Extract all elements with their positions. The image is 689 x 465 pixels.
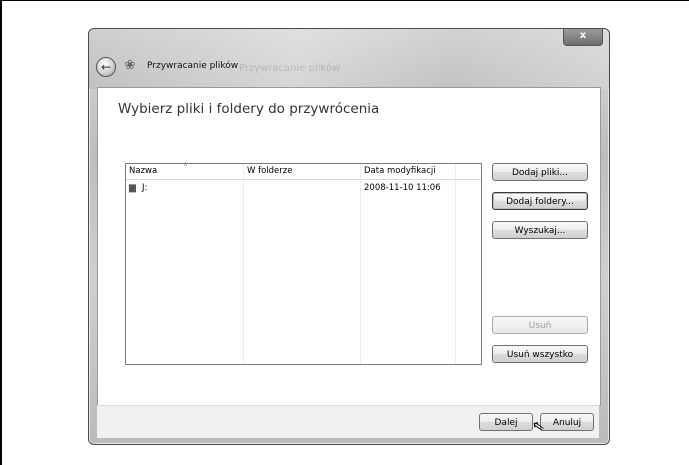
restore-files-dialog: x ← ❀ Przywracanie plików Przywracanie p…	[88, 28, 610, 445]
window-title: Przywracanie plików	[147, 61, 239, 71]
remove-button[interactable]: Usuń	[492, 316, 588, 334]
column-folder[interactable]: W folderze	[247, 166, 292, 176]
next-button[interactable]: Dalej	[479, 413, 533, 431]
page-frame-top	[0, 0, 689, 1]
add-folders-button[interactable]: Dodaj foldery...	[492, 192, 588, 210]
add-files-button[interactable]: Dodaj pliki...	[492, 163, 588, 181]
files-list[interactable]: Nazwa ∧ W folderze Data modyfikacji ▆ J:…	[125, 160, 482, 365]
title-reflection: Przywracanie plików	[239, 63, 341, 74]
list-header: Nazwa ∧ W folderze Data modyfikacji	[126, 160, 481, 180]
item-name: J:	[142, 183, 148, 193]
dialog-footer: Dalej Anuluj	[97, 405, 599, 438]
title-bar	[89, 29, 609, 89]
column-modified[interactable]: Data modyfikacji	[364, 166, 436, 176]
search-button[interactable]: Wyszukaj...	[492, 221, 588, 239]
close-button[interactable]: x	[563, 29, 603, 46]
sort-ascending-icon: ∧	[183, 160, 189, 168]
page-title: Wybierz pliki i foldery do przywrócenia	[118, 101, 380, 117]
restore-files-icon: ❀	[124, 58, 136, 73]
drive-icon: ▆	[129, 183, 136, 193]
page-frame-left	[0, 0, 2, 465]
column-name[interactable]: Nazwa	[129, 166, 157, 176]
item-modified: 2008-11-10 11:06	[364, 183, 441, 193]
column-divider	[243, 164, 244, 364]
cancel-button[interactable]: Anuluj	[540, 413, 594, 431]
column-divider	[360, 164, 361, 364]
remove-all-button[interactable]: Usuń wszystko	[492, 345, 588, 363]
column-divider	[455, 164, 456, 364]
back-arrow-icon[interactable]: ←	[96, 57, 116, 77]
content-area: Wybierz pliki i foldery do przywrócenia …	[97, 87, 601, 406]
